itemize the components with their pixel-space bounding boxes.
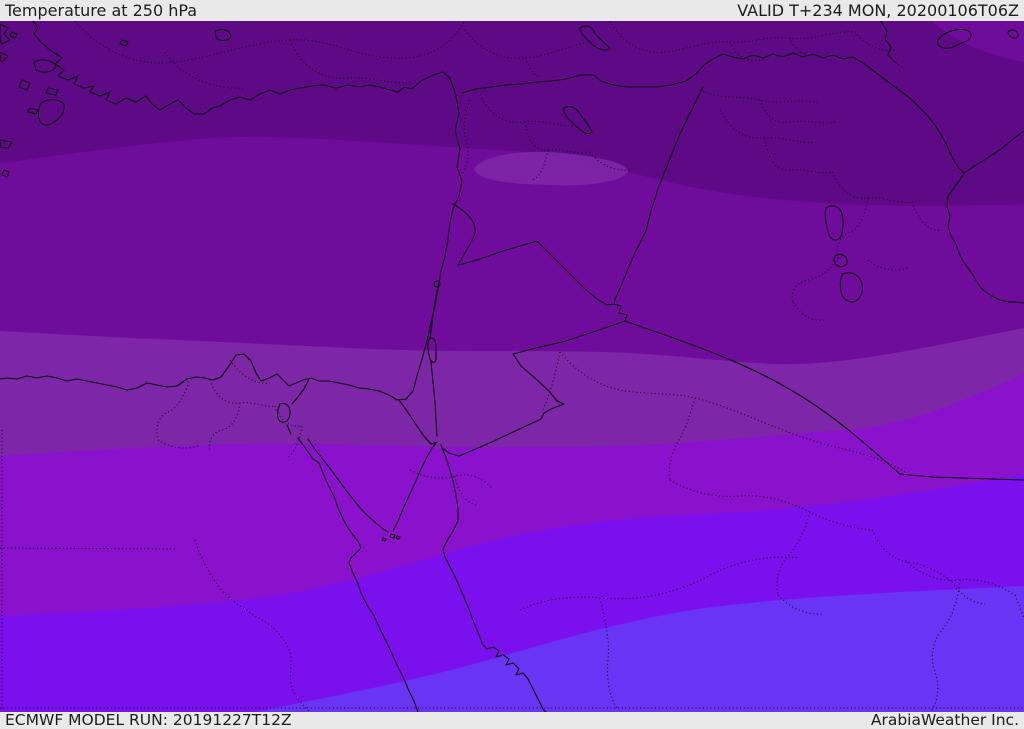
weather-map-product: Temperature at 250 hPa VALID T+234 MON, … (0, 0, 1024, 729)
temperature-bands (0, 21, 1024, 712)
footer-bar: ECMWF MODEL RUN: 20191227T12Z ArabiaWeat… (0, 712, 1024, 729)
map-title: Temperature at 250 hPa (5, 1, 198, 20)
model-run-label: ECMWF MODEL RUN: 20191227T12Z (5, 711, 292, 729)
valid-time-label: VALID T+234 MON, 20200106T06Z (737, 1, 1019, 20)
map-canvas (0, 20, 1024, 713)
brand-label: ArabiaWeather Inc. (870, 711, 1019, 729)
header-bar: Temperature at 250 hPa VALID T+234 MON, … (0, 0, 1024, 21)
